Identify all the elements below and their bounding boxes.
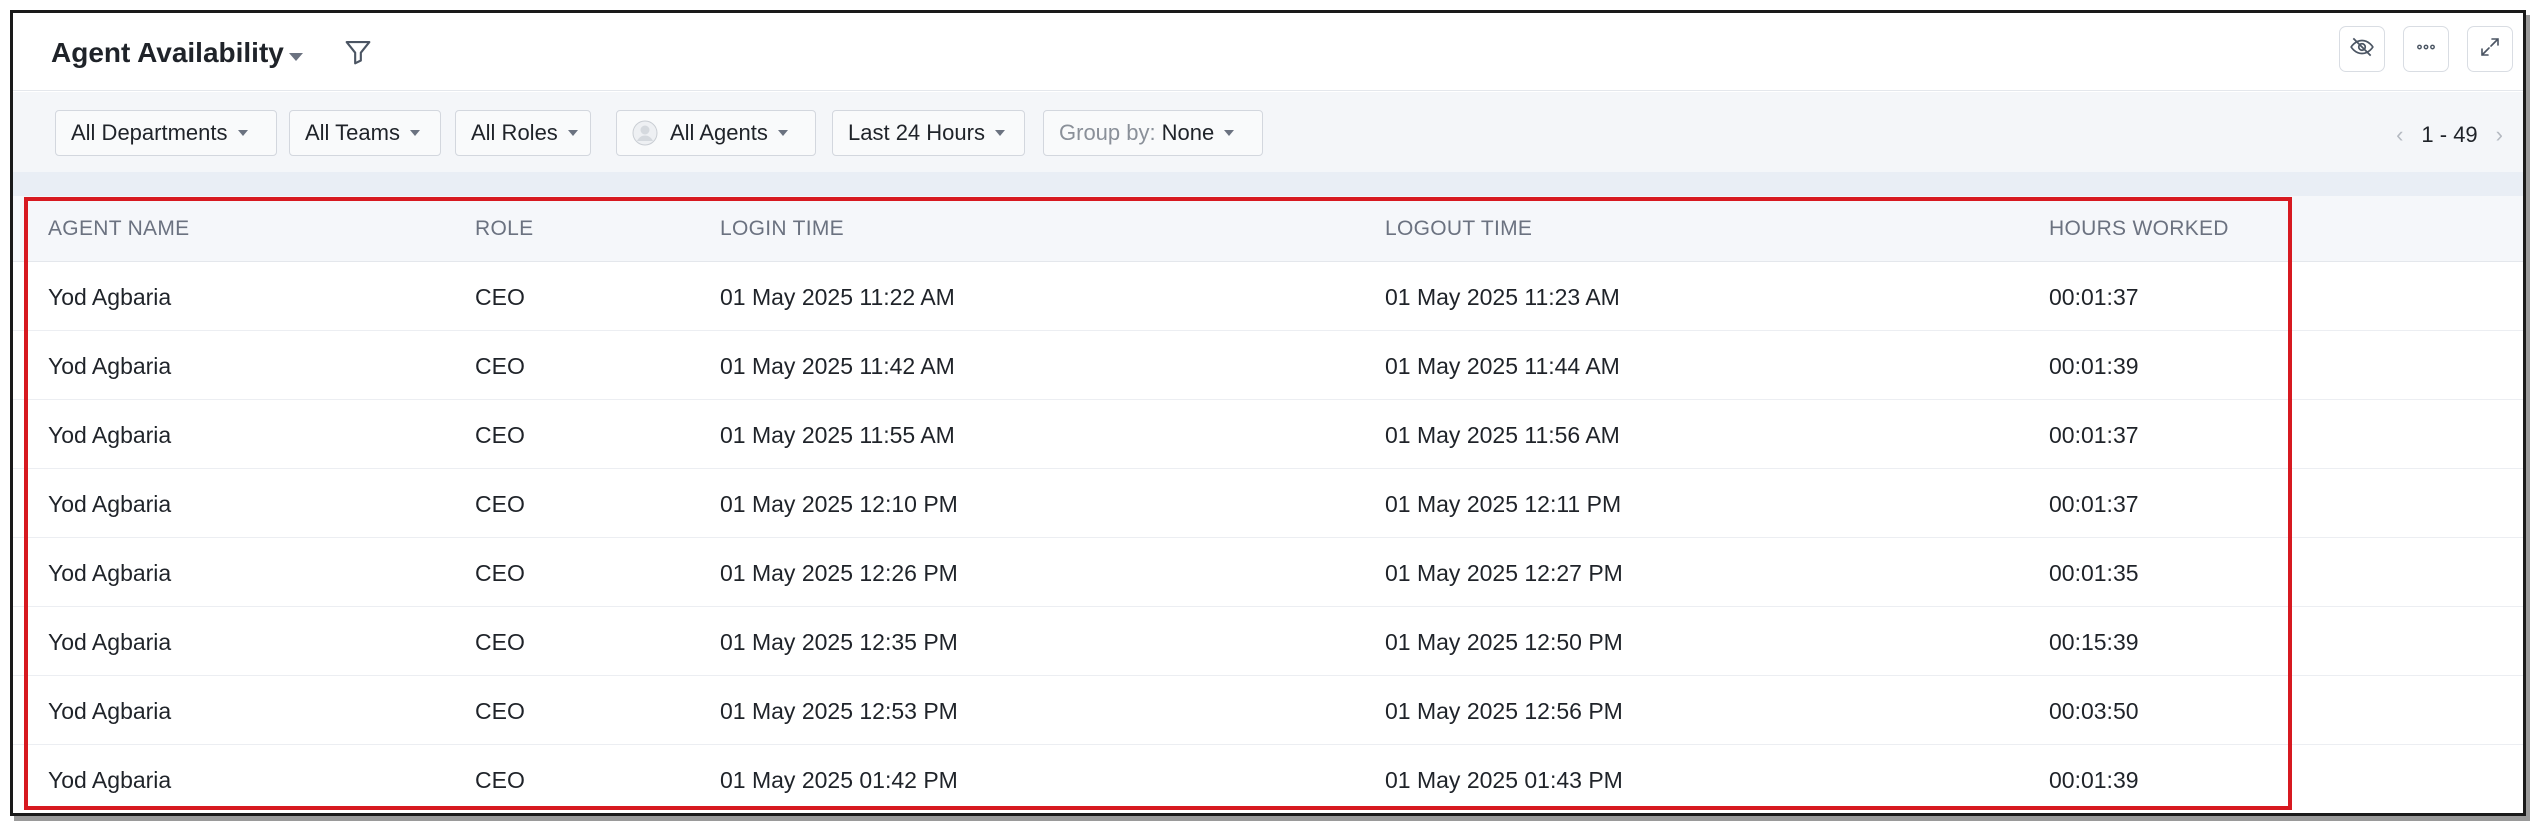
filter-bar: All Departments All Teams All Roles All …: [13, 92, 2523, 172]
chevron-right-icon[interactable]: ›: [2496, 122, 2503, 148]
hours-worked-cell: 00:01:37: [2049, 491, 2139, 517]
login-time-cell: 01 May 2025 12:53 PM: [720, 698, 958, 724]
hours-worked-cell: 00:03:50: [2049, 698, 2139, 724]
logout-time-cell: 01 May 2025 12:56 PM: [1385, 698, 1623, 724]
hours-worked-cell: 00:15:39: [2049, 629, 2139, 655]
expand-icon: [2478, 35, 2502, 64]
more-options-button[interactable]: [2403, 26, 2449, 72]
agents-filter[interactable]: All Agents: [616, 110, 816, 156]
role-cell: CEO: [475, 698, 525, 724]
group-by-label: Group by:: [1059, 120, 1156, 145]
agent-name-cell: Yod Agbaria: [48, 629, 172, 655]
hours-worked-cell: 00:01:39: [2049, 767, 2139, 793]
date-range-label: Last 24 Hours: [848, 120, 985, 145]
role-cell: CEO: [475, 422, 525, 448]
caret-down-icon: [237, 130, 248, 136]
hide-button[interactable]: [2339, 26, 2385, 72]
department-filter[interactable]: All Departments: [55, 110, 277, 156]
agent-name-cell: Yod Agbaria: [48, 491, 172, 517]
pagination-range: 1 - 49: [2421, 122, 2478, 147]
agent-name-cell: Yod Agbaria: [48, 560, 172, 586]
teams-filter-label: All Teams: [305, 120, 400, 145]
report-title[interactable]: Agent Availability: [51, 37, 284, 69]
role-cell: CEO: [475, 491, 525, 517]
table-row[interactable]: Yod Agbaria CEO 01 May 2025 11:42 AM 01 …: [13, 331, 2523, 400]
login-time-cell: 01 May 2025 11:55 AM: [720, 422, 955, 448]
logout-time-cell: 01 May 2025 12:11 PM: [1385, 491, 1622, 517]
logout-time-cell: 01 May 2025 01:43 PM: [1385, 767, 1623, 793]
table-top-divider: [13, 172, 2523, 196]
role-cell: CEO: [475, 284, 525, 310]
roles-filter[interactable]: All Roles: [455, 110, 591, 156]
hours-worked-cell: 00:01:37: [2049, 422, 2139, 448]
login-time-cell: 01 May 2025 12:26 PM: [720, 560, 958, 586]
caret-down-icon[interactable]: [289, 53, 303, 61]
department-filter-label: All Departments: [71, 120, 228, 145]
login-time-cell: 01 May 2025 11:22 AM: [720, 284, 955, 310]
column-header-role[interactable]: ROLE: [475, 217, 533, 241]
table-row[interactable]: Yod Agbaria CEO 01 May 2025 01:42 PM 01 …: [13, 745, 2523, 813]
role-cell: CEO: [475, 767, 525, 793]
hours-worked-cell: 00:01:39: [2049, 353, 2139, 379]
table-row[interactable]: Yod Agbaria CEO 01 May 2025 11:55 AM 01 …: [13, 400, 2523, 469]
role-cell: CEO: [475, 353, 525, 379]
expand-button[interactable]: [2467, 26, 2513, 72]
table-row[interactable]: Yod Agbaria CEO 01 May 2025 12:53 PM 01 …: [13, 676, 2523, 745]
agent-name-cell: Yod Agbaria: [48, 767, 172, 793]
caret-down-icon: [567, 130, 578, 136]
roles-filter-label: All Roles: [471, 120, 558, 145]
agents-filter-label: All Agents: [670, 120, 768, 145]
report-window: Agent Availability All Departments All T…: [10, 10, 2526, 816]
login-time-cell: 01 May 2025 01:42 PM: [720, 767, 958, 793]
logout-time-cell: 01 May 2025 12:27 PM: [1385, 560, 1623, 586]
pagination: ‹ 1 - 49 ›: [2396, 122, 2503, 148]
table-row[interactable]: Yod Agbaria CEO 01 May 2025 12:35 PM 01 …: [13, 607, 2523, 676]
group-by-value: None: [1161, 120, 1215, 145]
role-cell: CEO: [475, 629, 525, 655]
logout-time-cell: 01 May 2025 11:56 AM: [1385, 422, 1620, 448]
login-time-cell: 01 May 2025 12:35 PM: [720, 629, 958, 655]
group-by-filter[interactable]: Group by: None: [1043, 110, 1263, 156]
role-cell: CEO: [475, 560, 525, 586]
agent-name-cell: Yod Agbaria: [48, 422, 172, 448]
eye-off-icon: [2349, 34, 2375, 65]
column-header-logout-time[interactable]: LOGOUT TIME: [1385, 217, 1532, 241]
chevron-left-icon[interactable]: ‹: [2396, 122, 2403, 148]
column-header-hours-worked[interactable]: HOURS WORKED: [2049, 217, 2229, 241]
more-horizontal-icon: [2413, 34, 2439, 65]
caret-down-icon: [994, 130, 1005, 136]
logout-time-cell: 01 May 2025 11:23 AM: [1385, 284, 1620, 310]
caret-down-icon: [409, 130, 420, 136]
table-row[interactable]: Yod Agbaria CEO 01 May 2025 12:26 PM 01 …: [13, 538, 2523, 607]
login-time-cell: 01 May 2025 11:42 AM: [720, 353, 955, 379]
agent-name-cell: Yod Agbaria: [48, 698, 172, 724]
logout-time-cell: 01 May 2025 12:50 PM: [1385, 629, 1623, 655]
column-header-login-time[interactable]: LOGIN TIME: [720, 217, 844, 241]
report-header: Agent Availability: [13, 13, 2523, 91]
table-row[interactable]: Yod Agbaria CEO 01 May 2025 11:22 AM 01 …: [13, 262, 2523, 331]
table-row[interactable]: Yod Agbaria CEO 01 May 2025 12:10 PM 01 …: [13, 469, 2523, 538]
hours-worked-cell: 00:01:35: [2049, 560, 2139, 586]
user-avatar-icon: [632, 120, 658, 146]
hours-worked-cell: 00:01:37: [2049, 284, 2139, 310]
date-range-filter[interactable]: Last 24 Hours: [832, 110, 1025, 156]
table-header: AGENT NAME ROLE LOGIN TIME LOGOUT TIME H…: [13, 196, 2523, 262]
funnel-icon[interactable]: [341, 35, 375, 69]
teams-filter[interactable]: All Teams: [289, 110, 441, 156]
agent-name-cell: Yod Agbaria: [48, 284, 172, 310]
agent-name-cell: Yod Agbaria: [48, 353, 172, 379]
login-time-cell: 01 May 2025 12:10 PM: [720, 491, 958, 517]
logout-time-cell: 01 May 2025 11:44 AM: [1385, 353, 1620, 379]
caret-down-icon: [777, 130, 788, 136]
column-header-agent-name[interactable]: AGENT NAME: [48, 217, 189, 241]
caret-down-icon: [1224, 130, 1235, 136]
